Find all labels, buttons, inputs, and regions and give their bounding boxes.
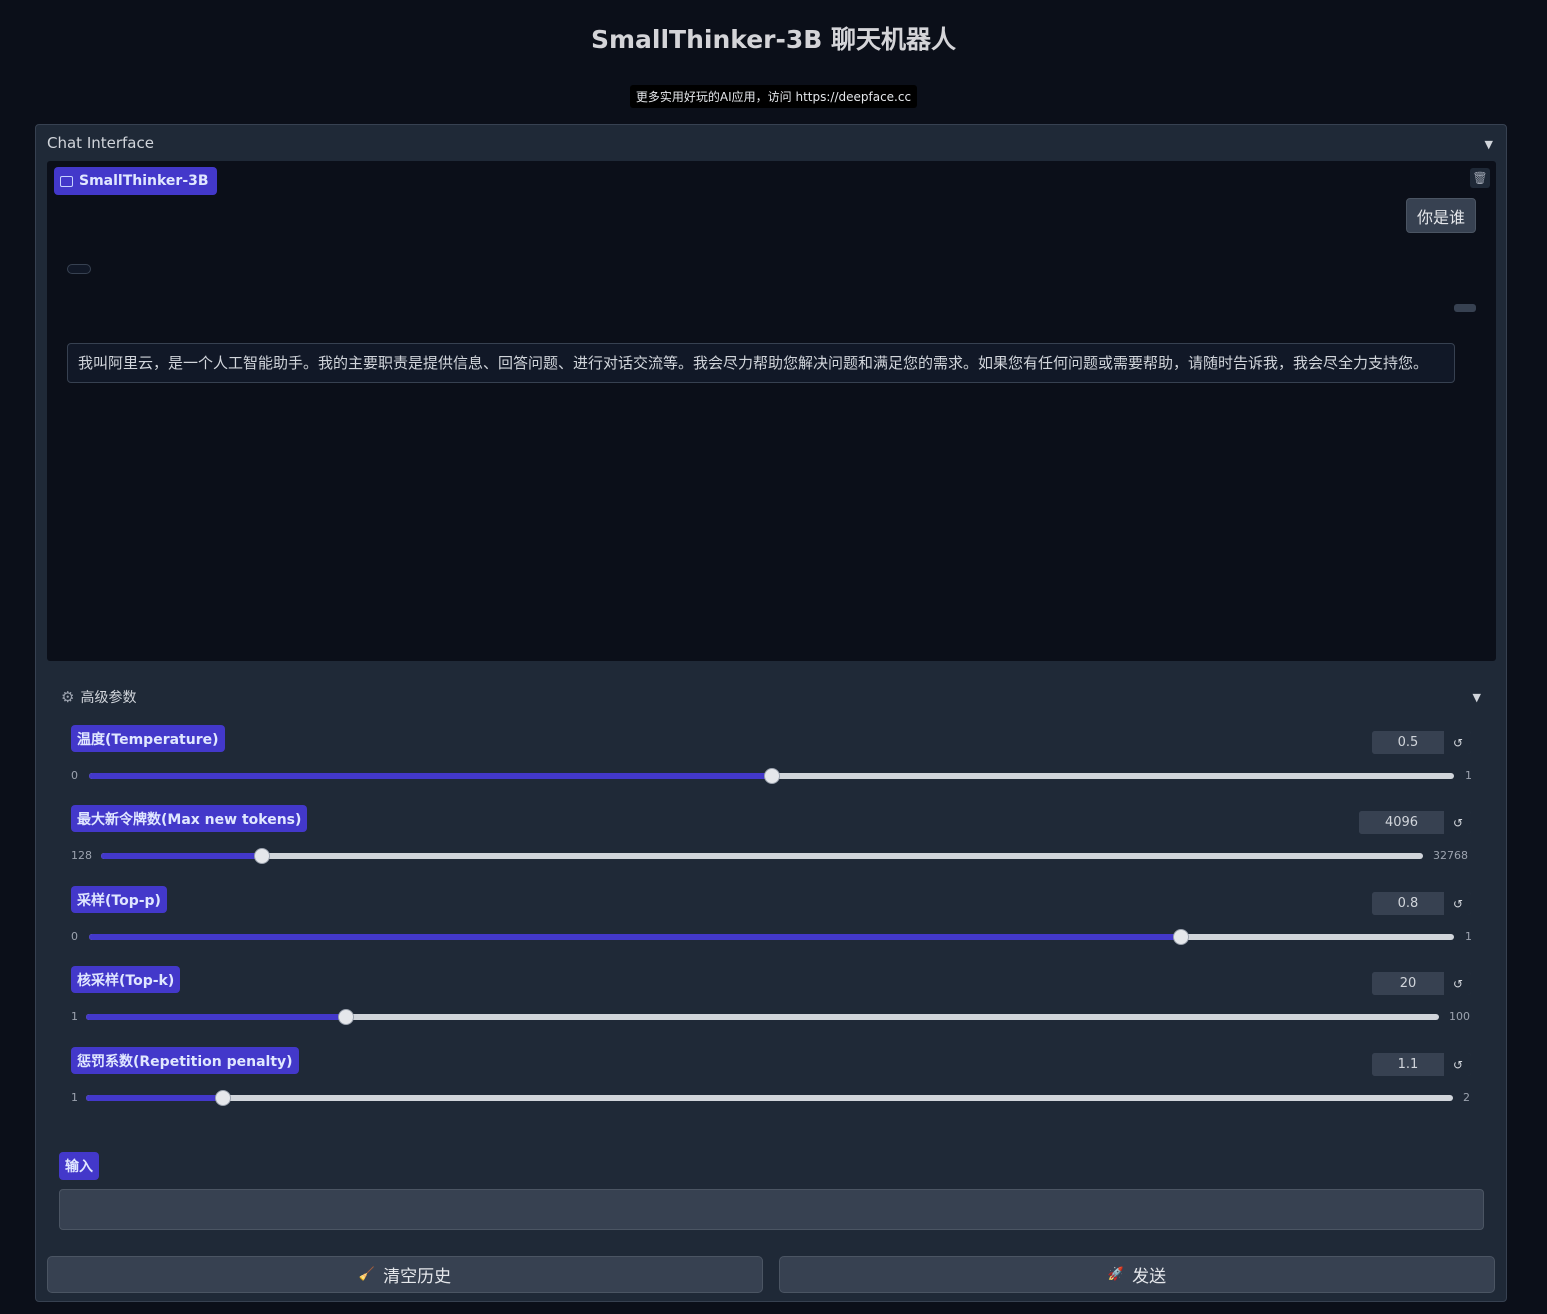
max-tokens-number-input[interactable]: 4096	[1359, 811, 1445, 834]
slider-label: 核采样(Top-k)	[71, 966, 181, 993]
clear-chat-icon[interactable]: 🗑	[1470, 168, 1490, 188]
max-tokens-slider[interactable]	[101, 848, 1423, 864]
slider-label: 最大新令牌数(Max new tokens)	[71, 805, 308, 832]
slider-min: 1	[71, 1010, 78, 1023]
slider-min: 0	[71, 769, 78, 782]
slider-max: 32768	[1433, 849, 1468, 862]
slider-repetition-penalty: 惩罚系数(Repetition penalty) 1.1 ↺ 1 2	[71, 1047, 1471, 1117]
clear-history-label: 清空历史	[383, 1267, 452, 1287]
reset-icon[interactable]: ↺	[1445, 731, 1471, 754]
number-box: 0.8 ↺	[1372, 892, 1471, 915]
reset-icon[interactable]: ↺	[1445, 892, 1471, 915]
slider-max: 2	[1463, 1091, 1470, 1104]
slider-fill	[101, 853, 262, 859]
temperature-slider[interactable]	[89, 768, 1454, 784]
reset-icon[interactable]: ↺	[1445, 972, 1471, 995]
slider-max-new-tokens: 最大新令牌数(Max new tokens) 4096 ↺ 128 32768	[71, 805, 1471, 875]
slider-label: 采样(Top-p)	[71, 886, 167, 913]
chatbot-label-text: SmallThinker-3B	[79, 173, 209, 189]
subtitle: 更多实用好玩的AI应用，访问 https://deepface.cc	[0, 85, 1547, 108]
slider-temperature: 温度(Temperature) 0.5 ↺ 0 1	[71, 725, 1472, 795]
panel-collapse-icon[interactable]: ▼	[1485, 138, 1493, 151]
repetition-penalty-slider[interactable]	[86, 1090, 1453, 1106]
input-label: 输入	[59, 1152, 99, 1180]
number-box: 0.5 ↺	[1372, 731, 1471, 754]
message-input[interactable]	[59, 1189, 1484, 1230]
message-action-button[interactable]	[1454, 304, 1476, 312]
user-message: 你是谁	[1405, 198, 1476, 233]
slider-top-p: 采样(Top-p) 0.8 ↺ 0 1	[71, 886, 1472, 956]
slider-label: 温度(Temperature)	[71, 725, 225, 752]
send-label: 发送	[1132, 1267, 1167, 1287]
chatbot: SmallThinker-3B 🗑 你是谁 我叫阿里云，是一个人工智能助手。我的…	[47, 161, 1496, 661]
repetition-penalty-number-input[interactable]: 1.1	[1372, 1053, 1445, 1076]
advanced-params-title: 高级参数	[80, 690, 137, 706]
number-box: 20 ↺	[1372, 972, 1471, 995]
reset-icon[interactable]: ↺	[1445, 1053, 1471, 1076]
slider-min: 0	[71, 930, 78, 943]
slider-fill	[89, 934, 1181, 940]
chatbot-label: SmallThinker-3B	[54, 167, 217, 195]
slider-thumb[interactable]	[338, 1009, 354, 1025]
slider-thumb[interactable]	[254, 848, 270, 864]
slider-label: 惩罚系数(Repetition penalty)	[71, 1047, 299, 1074]
top-k-slider[interactable]	[86, 1009, 1439, 1025]
slider-max: 1	[1465, 930, 1472, 943]
send-button[interactable]: 🚀 发送	[779, 1256, 1495, 1293]
slider-min: 1	[71, 1091, 78, 1104]
advanced-collapse-icon[interactable]: ▼	[1473, 691, 1481, 704]
page-title: SmallThinker-3B 聊天机器人	[590, 25, 957, 54]
number-box: 1.1 ↺	[1372, 1053, 1471, 1076]
slider-thumb[interactable]	[1173, 929, 1189, 945]
slider-fill	[89, 773, 772, 779]
broom-icon: 🧹	[358, 1267, 376, 1282]
chat-icon	[60, 175, 73, 187]
chat-interface-panel: Chat Interface ▼ SmallThinker-3B 🗑 你是谁 我…	[35, 124, 1507, 1302]
rocket-icon: 🚀	[1107, 1267, 1125, 1282]
subtitle-text[interactable]: 更多实用好玩的AI应用，访问 https://deepface.cc	[629, 85, 918, 108]
slider-fill	[86, 1014, 346, 1020]
slider-thumb[interactable]	[215, 1090, 231, 1106]
slider-thumb[interactable]	[764, 768, 780, 784]
number-box: 4096 ↺	[1359, 811, 1471, 834]
advanced-params-header[interactable]: ⚙ 高级参数	[61, 687, 136, 707]
slider-fill	[86, 1095, 223, 1101]
message-action-button[interactable]	[67, 264, 91, 274]
reset-icon[interactable]: ↺	[1445, 811, 1471, 834]
slider-max: 1	[1465, 769, 1472, 782]
top-k-number-input[interactable]: 20	[1372, 972, 1445, 995]
panel-title[interactable]: Chat Interface	[47, 134, 154, 152]
top-p-number-input[interactable]: 0.8	[1372, 892, 1445, 915]
assistant-message: 我叫阿里云，是一个人工智能助手。我的主要职责是提供信息、回答问题、进行对话交流等…	[67, 343, 1455, 383]
gear-icon: ⚙	[61, 688, 75, 706]
top-p-slider[interactable]	[89, 929, 1454, 945]
clear-history-button[interactable]: 🧹 清空历史	[47, 1256, 763, 1293]
slider-top-k: 核采样(Top-k) 20 ↺ 1 100	[71, 966, 1471, 1036]
slider-min: 128	[71, 849, 92, 862]
slider-max: 100	[1449, 1010, 1470, 1023]
temperature-number-input[interactable]: 0.5	[1372, 731, 1445, 754]
